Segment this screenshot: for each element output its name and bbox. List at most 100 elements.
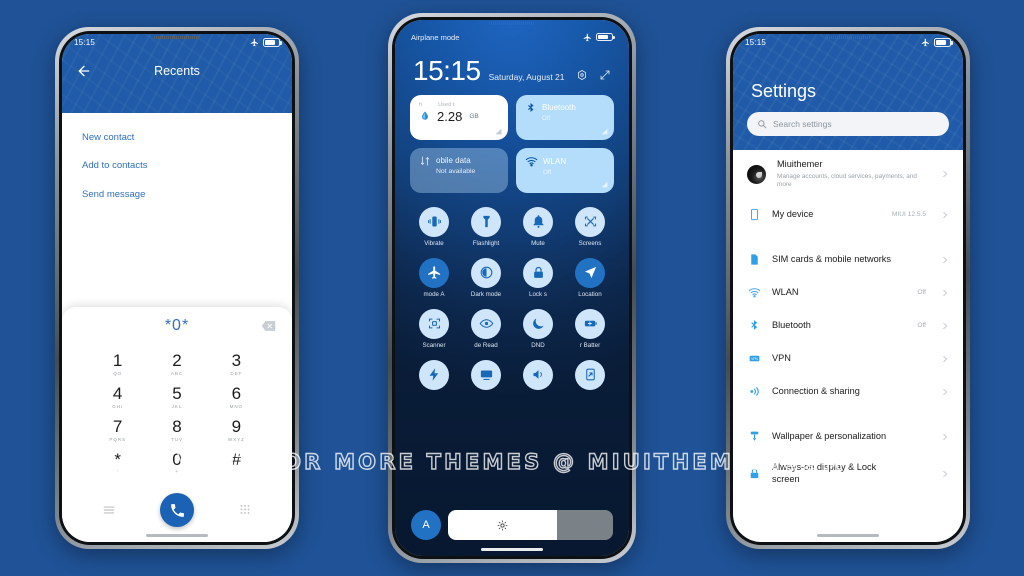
chevron-right-icon	[943, 355, 948, 362]
dial-key-hash[interactable]: #	[207, 446, 266, 479]
dial-key-9[interactable]: 9 WXYZ	[207, 413, 266, 446]
settings-item-connection-sharing[interactable]: Connection & sharing	[733, 375, 963, 408]
dial-key-3[interactable]: 3 DEF	[207, 347, 266, 380]
call-button[interactable]	[160, 493, 194, 527]
settings-item-bluetooth[interactable]: Bluetooth Off	[733, 309, 963, 342]
menu-list-icon[interactable]	[102, 503, 116, 517]
qs-sound-share[interactable]	[512, 356, 564, 397]
dial-key-6[interactable]: 6 MNO	[207, 380, 266, 413]
dial-key-letters: PQRS	[109, 436, 126, 442]
gear-icon[interactable]	[576, 69, 588, 81]
earpiece-speaker	[154, 36, 200, 39]
dial-key-digit: 3	[231, 351, 242, 370]
qs-mute[interactable]: Mute	[512, 203, 564, 251]
battery-icon	[596, 32, 615, 42]
phone2-screen: Airplane mode 15:15 Saturday, August 21	[395, 20, 629, 556]
settings-item-sim-cards[interactable]: SIM cards & mobile networks	[733, 243, 963, 276]
settings-item-always-on-display[interactable]: Always-on display & Lock screen	[733, 453, 963, 494]
dial-key-1[interactable]: 1 QO	[88, 347, 147, 380]
account-name: Miuithemer	[777, 159, 823, 169]
auto-brightness-button[interactable]: A	[411, 510, 441, 540]
cast-icon	[480, 370, 492, 381]
chevron-right-icon	[943, 211, 948, 218]
dial-key-5[interactable]: 5 JKL	[147, 380, 206, 413]
tile-wlan[interactable]: WLAN Off	[516, 147, 614, 193]
edit-icon[interactable]	[599, 69, 611, 81]
settings-item-label: Wallpaper & personalization	[772, 430, 887, 441]
qs-circle	[523, 206, 553, 237]
dial-key-0[interactable]: 0 +	[147, 446, 206, 479]
dial-key-digit: 5	[172, 383, 182, 403]
chevron-right-icon	[943, 171, 948, 178]
bell-icon	[533, 215, 543, 228]
arrow-left-icon[interactable]	[76, 63, 92, 79]
qs-vibrate[interactable]: Vibrate	[408, 203, 460, 251]
keypad-icon[interactable]	[238, 503, 252, 517]
tile-data-usage-caption: h Used t	[419, 102, 499, 108]
qs-lock-screen[interactable]: Lock s	[512, 254, 564, 302]
chevron-right-icon	[943, 388, 948, 395]
qs-auto-rotate[interactable]	[564, 356, 616, 397]
tile-data-usage[interactable]: h Used t 2.28 GB	[410, 94, 508, 140]
dial-key-digit: 2	[172, 351, 182, 370]
qs-circle	[575, 359, 605, 390]
home-indicator	[146, 534, 208, 537]
status-time: 15:15	[74, 38, 96, 47]
flash-icon	[429, 368, 438, 381]
qs-scanner[interactable]: Scanner	[408, 305, 460, 353]
settings-item-value: MIUI 12.5.5	[891, 211, 926, 219]
settings-item-my-device[interactable]: My device MIUI 12.5.5	[733, 198, 963, 231]
qs-reading-mode[interactable]: de Read	[460, 305, 512, 353]
qs-screenshot[interactable]: Screens	[564, 203, 616, 251]
dial-key-8[interactable]: 8 TUV	[147, 413, 206, 446]
qs-dark-mode[interactable]: Dark mode	[460, 254, 512, 302]
dial-key-2[interactable]: 2 ABC	[147, 347, 206, 380]
qs-cast[interactable]	[460, 356, 512, 397]
dial-key-letters: QO	[113, 370, 123, 376]
dialed-number[interactable]: *0*	[165, 317, 189, 335]
qs-battery-saver[interactable]: r Batter	[564, 305, 616, 353]
qs-flashlight[interactable]: Flashlight	[460, 203, 512, 251]
earpiece-speaker	[489, 22, 535, 25]
qs-dnd[interactable]: DND	[512, 305, 564, 353]
location-icon	[584, 266, 596, 279]
tile-mobile-data[interactable]: obile data Not available	[410, 147, 508, 193]
settings-item-label: Bluetooth	[772, 319, 811, 330]
settings-section-divider	[733, 408, 963, 421]
brightness-slider[interactable]	[448, 510, 613, 540]
qs-label: DND	[531, 341, 545, 349]
home-indicator	[817, 534, 879, 537]
vibrate-icon	[427, 216, 441, 227]
settings-item-value: Off	[917, 322, 926, 330]
backspace-icon[interactable]	[261, 321, 276, 332]
dial-key-4[interactable]: 4 GHI	[88, 380, 147, 413]
tile-bluetooth-sub: Off	[542, 114, 551, 122]
settings-account-row[interactable]: Miuithemer Manage accounts, cloud servic…	[733, 150, 963, 198]
menu-item-new-contact[interactable]: New contact	[62, 123, 292, 152]
settings-item-wlan[interactable]: WLAN Off	[733, 276, 963, 309]
dial-key-7[interactable]: 7 PQRS	[88, 413, 147, 446]
menu-item-send-message[interactable]: Send message	[62, 180, 292, 209]
dial-key-digit: *	[114, 449, 121, 469]
qs-location[interactable]: Location	[564, 254, 616, 302]
dialer-header: 15:15 Recents	[62, 34, 292, 113]
menu-item-add-to-contacts[interactable]: Add to contacts	[62, 152, 292, 181]
settings-item-label: Always-on display & Lock screen	[772, 462, 877, 484]
dial-key-letters: DEF	[230, 370, 243, 376]
qs-circle	[575, 257, 605, 288]
status-icons	[583, 32, 615, 42]
settings-item-vpn[interactable]: VPN VPN	[733, 342, 963, 375]
settings-header: 15:15 Settings Search settings	[733, 34, 963, 150]
settings-item-wallpaper[interactable]: Wallpaper & personalization	[733, 420, 963, 453]
tile-bluetooth[interactable]: Bluetooth Off	[516, 94, 614, 140]
search-input[interactable]: Search settings	[747, 112, 949, 136]
dial-key-star[interactable]: * '	[88, 446, 147, 479]
qs-label: r Batter	[579, 341, 601, 349]
screenshot-icon	[584, 216, 596, 227]
qs-circle	[523, 359, 553, 390]
status-airplane-label: Airplane mode	[411, 32, 460, 42]
tile-mobile-data-label: obile data	[436, 156, 471, 166]
qs-airplane-mode[interactable]: mode A	[408, 254, 460, 302]
qs-flash[interactable]	[408, 356, 460, 397]
chevron-right-icon	[943, 322, 948, 329]
